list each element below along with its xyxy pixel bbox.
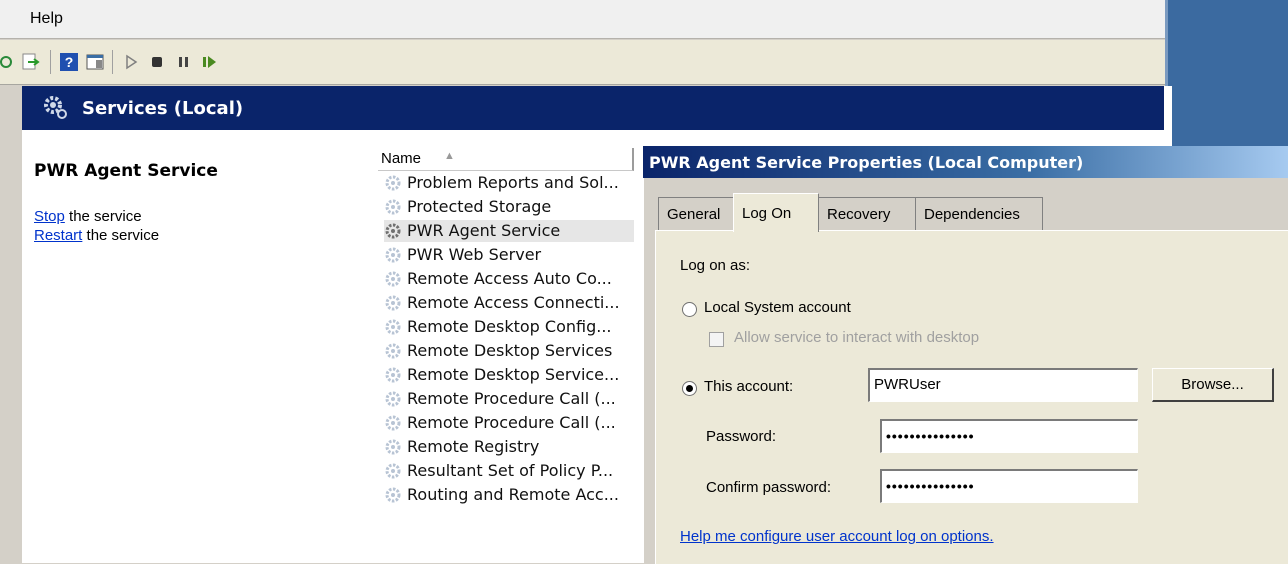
stop-service-link[interactable]: Stop xyxy=(34,208,65,225)
service-gear-icon xyxy=(385,391,401,407)
service-row[interactable]: Routing and Remote Acc... xyxy=(384,484,634,506)
pause-service-icon[interactable] xyxy=(174,53,192,71)
refresh-icon[interactable] xyxy=(0,53,18,71)
service-name: Resultant Set of Policy P... xyxy=(407,461,614,480)
service-name: Remote Access Connecti... xyxy=(407,293,620,312)
tab-dependencies[interactable]: Dependencies xyxy=(915,197,1043,231)
password-input[interactable]: ••••••••••••••• xyxy=(880,419,1138,453)
show-hide-pane-icon[interactable] xyxy=(86,53,104,71)
stop-service-icon[interactable] xyxy=(148,53,166,71)
tab-log-on[interactable]: Log On xyxy=(733,193,819,232)
help-configure-link[interactable]: Help me configure user account log on op… xyxy=(680,528,994,545)
service-gear-icon xyxy=(385,247,401,263)
this-account-radio[interactable] xyxy=(682,381,697,396)
service-gear-icon xyxy=(385,487,401,503)
service-name: Remote Desktop Service... xyxy=(407,365,620,384)
local-system-label[interactable]: Local System account xyxy=(704,299,851,316)
service-row[interactable]: PWR Agent Service xyxy=(384,220,634,242)
service-gear-icon xyxy=(385,199,401,215)
service-gear-icon xyxy=(385,367,401,383)
service-gear-icon xyxy=(385,271,401,287)
local-system-radio[interactable] xyxy=(682,302,697,317)
export-list-icon[interactable] xyxy=(22,53,40,71)
service-name: Remote Access Auto Co... xyxy=(407,269,612,288)
service-gear-icon xyxy=(385,223,401,239)
confirm-password-input[interactable]: ••••••••••••••• xyxy=(880,469,1138,503)
service-row[interactable]: Resultant Set of Policy P... xyxy=(384,460,634,482)
service-gear-icon xyxy=(385,463,401,479)
sort-ascending-icon: ▲ xyxy=(444,150,455,162)
service-gear-icon xyxy=(385,439,401,455)
menu-help[interactable]: Help xyxy=(30,10,63,28)
dialog-title: PWR Agent Service Properties (Local Comp… xyxy=(649,153,1084,172)
svg-text:?: ? xyxy=(65,54,74,70)
browse-button[interactable]: Browse... xyxy=(1152,368,1274,402)
tab-general[interactable]: General xyxy=(658,197,734,231)
service-row[interactable]: Remote Access Auto Co... xyxy=(384,268,634,290)
service-row[interactable]: Remote Access Connecti... xyxy=(384,292,634,314)
restart-service-link[interactable]: Restart xyxy=(34,227,82,244)
snapin-header: Services (Local) xyxy=(22,86,1164,130)
service-name: Remote Desktop Services xyxy=(407,341,613,360)
service-name: PWR Web Server xyxy=(407,245,542,264)
selected-service-title: PWR Agent Service xyxy=(34,161,218,181)
service-name: Remote Procedure Call (... xyxy=(407,413,616,432)
service-row[interactable]: Remote Procedure Call (... xyxy=(384,388,634,410)
restart-action: Restart the service xyxy=(34,227,159,244)
password-label: Password: xyxy=(706,428,777,445)
service-row[interactable]: Remote Procedure Call (... xyxy=(384,412,634,434)
account-input[interactable]: PWRUser xyxy=(868,368,1138,402)
service-row[interactable]: PWR Web Server xyxy=(384,244,634,266)
services-gear-icon xyxy=(44,96,67,119)
tab-log-on-label: Log On xyxy=(742,205,792,222)
snapin-title: Services (Local) xyxy=(82,98,244,119)
tab-recovery-label: Recovery xyxy=(827,206,891,223)
menu-bar: Help xyxy=(0,0,1165,39)
service-row[interactable]: Remote Desktop Service... xyxy=(384,364,634,386)
restart-action-text: the service xyxy=(82,227,160,244)
start-service-icon[interactable] xyxy=(122,53,140,71)
tab-recovery[interactable]: Recovery xyxy=(818,197,916,231)
resume-service-icon[interactable] xyxy=(200,53,218,71)
service-name: Remote Procedure Call (... xyxy=(407,389,616,408)
service-row[interactable]: Remote Desktop Config... xyxy=(384,316,634,338)
log-on-as-label: Log on as: xyxy=(680,257,751,274)
confirm-password-label: Confirm password: xyxy=(706,479,832,496)
service-gear-icon xyxy=(385,295,401,311)
help-icon[interactable]: ? xyxy=(60,53,78,71)
service-gear-icon xyxy=(385,175,401,191)
service-row[interactable]: Protected Storage xyxy=(384,196,634,218)
allow-interact-label: Allow service to interact with desktop xyxy=(734,329,980,346)
column-header-name[interactable]: Name ▲ xyxy=(378,148,634,171)
stop-action-text: the service xyxy=(64,208,142,225)
service-name: Protected Storage xyxy=(407,197,552,216)
service-gear-icon xyxy=(385,343,401,359)
service-name: PWR Agent Service xyxy=(407,221,561,240)
service-name: Remote Desktop Config... xyxy=(407,317,612,336)
this-account-label[interactable]: This account: xyxy=(704,378,793,395)
service-row[interactable]: Remote Registry xyxy=(384,436,634,458)
column-header-label: Name xyxy=(381,150,422,167)
service-description-pane: PWR Agent Service Stop the service Resta… xyxy=(22,130,373,563)
tab-general-label: General xyxy=(667,206,721,223)
tab-dependencies-label: Dependencies xyxy=(924,206,1020,223)
service-gear-icon xyxy=(385,319,401,335)
service-name: Problem Reports and Sol... xyxy=(407,173,619,192)
dialog-title-bar[interactable]: PWR Agent Service Properties (Local Comp… xyxy=(643,146,1288,178)
toolbar: ? xyxy=(0,40,1165,85)
allow-interact-checkbox[interactable] xyxy=(709,332,724,347)
service-row[interactable]: Remote Desktop Services xyxy=(384,340,634,362)
service-gear-icon xyxy=(385,415,401,431)
service-row[interactable]: Problem Reports and Sol... xyxy=(384,172,634,194)
desktop-background xyxy=(1165,0,1288,153)
service-name: Remote Registry xyxy=(407,437,540,456)
service-name: Routing and Remote Acc... xyxy=(407,485,619,504)
stop-action: Stop the service xyxy=(34,208,142,225)
